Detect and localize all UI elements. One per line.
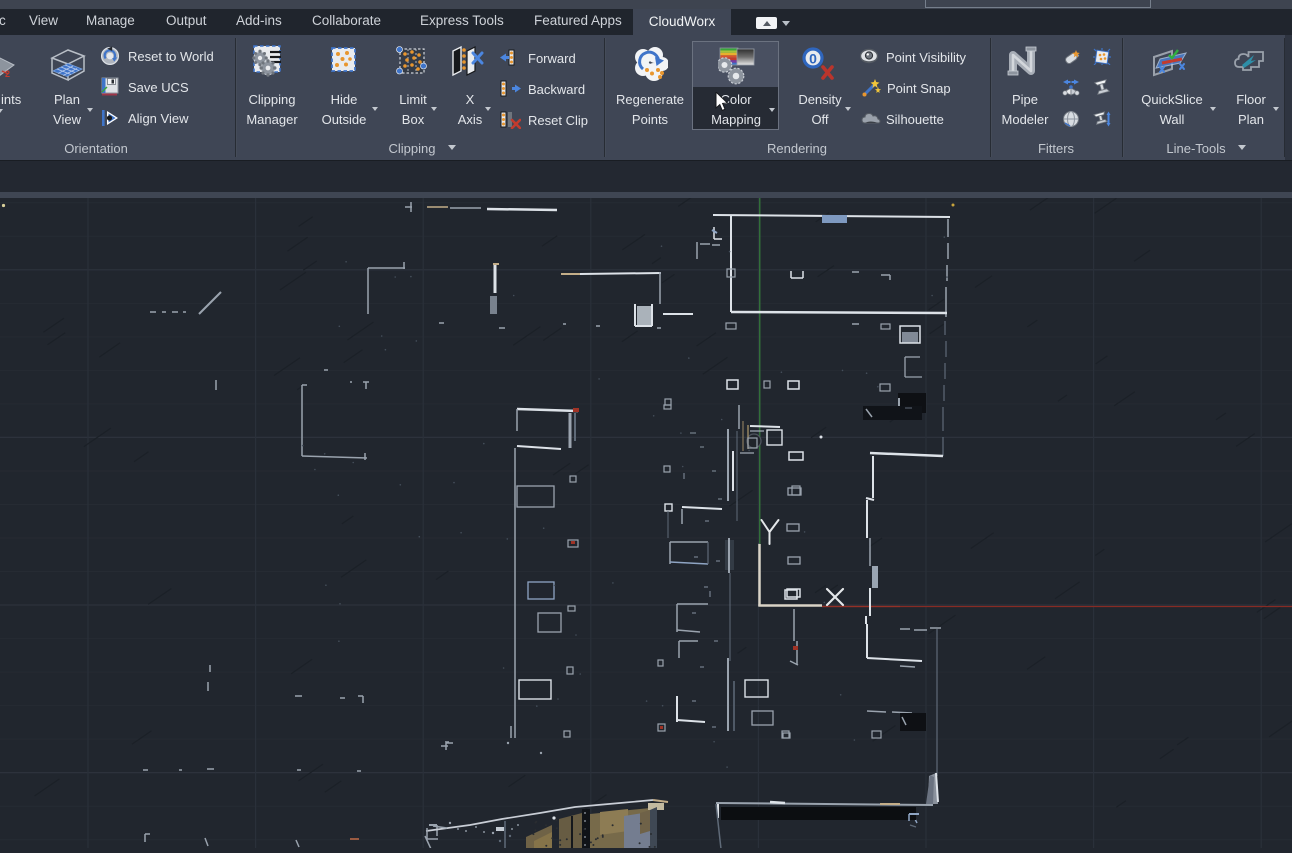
svg-text:0: 0 [809, 51, 817, 67]
